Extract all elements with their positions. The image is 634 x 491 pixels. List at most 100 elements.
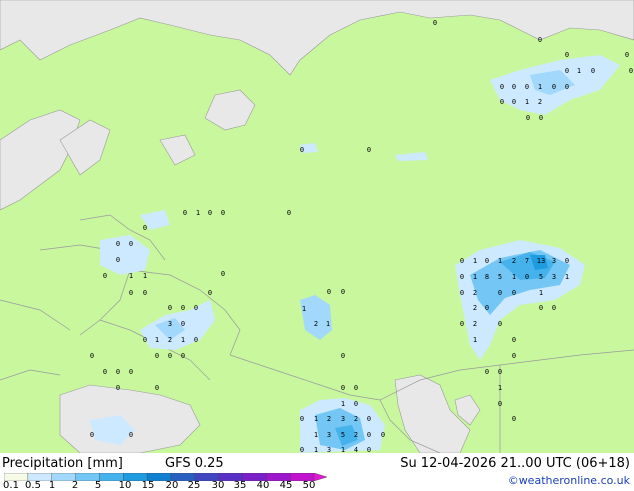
precip-value-label: 1 [473,273,477,281]
precip-value-label: 0 [116,240,120,248]
precip-value-label: 2 [354,415,358,423]
precip-value-label: 3 [327,446,331,453]
precip-value-label: 1 [341,446,345,453]
map-title: Precipitation [mm] [2,456,123,471]
precip-value-label: 0 [168,304,172,312]
precip-value-label: 0 [194,304,198,312]
precipitation-map[interactable]: 000 00 1 0 00 0 0 1 0 00 0 1 20 00 00 1 0 0 000 00 0 1 0 1 2 7 13 3… [0,0,634,453]
precip-value-label: 0 [129,431,133,439]
precip-value-label: 0 [103,272,107,280]
precip-value-label: 0 [90,352,94,360]
precip-value-label: 0 [116,256,120,264]
precip-value-label: 1 [525,98,529,106]
precip-value-label: 0 [155,384,159,392]
precip-value-label: 0 [367,415,371,423]
precip-value-label: 0 [143,224,147,232]
precip-value-label: 1 [143,272,147,280]
precip-value-label: 0 [90,431,94,439]
credit-link[interactable]: ©weatheronline.co.uk [508,474,630,488]
precip-value-label: 2 [354,431,358,439]
precip-value-label: 1 [473,257,477,265]
precip-value-label: 5 [498,273,502,281]
precip-value-label: 0 [143,289,147,297]
precip-value-label: 0 [625,51,629,59]
precip-value-label: 0 [381,431,385,439]
precip-value-label: 2 [327,415,331,423]
precip-value-label: 0 [498,320,502,328]
precip-value-label: 0 [103,368,107,376]
precip-value-label: 0 [341,288,345,296]
precip-value-label: 1 [181,336,185,344]
precip-value-label: 0 [565,257,569,265]
precip-value-label: 0 [629,67,633,75]
precip-value-label: 0 [183,209,187,217]
precip-value-label: 1 [302,305,306,313]
precip-value-label: 0 [552,304,556,312]
precip-value-label: 1 [538,83,542,91]
precip-value-label: 5 [341,431,345,439]
precip-value-label: 0 [512,352,516,360]
precip-value-label: 1 [539,289,543,297]
precip-value-label: 0 [433,19,437,27]
precip-value-label: 3 [341,415,345,423]
precip-value-label: 0 [367,431,371,439]
precip-value-label: 0 [512,415,516,423]
precip-value-label: 0 [354,400,358,408]
precip-value-label: 1 [129,272,133,280]
precip-value-label: 0 [485,304,489,312]
precip-value-label: 3 [552,273,556,281]
precip-value-label: 0 [525,273,529,281]
precip-value-label: 0 [498,368,502,376]
precip-value-label: 1 [314,415,318,423]
precip-value-label: 0 [116,384,120,392]
precip-value-label: 2 [473,304,477,312]
precip-value-label: 0 [181,304,185,312]
precip-value-label: 0 [367,146,371,154]
precip-value-label: 0 [460,320,464,328]
precip-value-label: 0 [460,273,464,281]
valid-time: Su 12-04-2026 21..00 UTC (06+18) [400,456,630,471]
precip-value-label: 1 [498,384,502,392]
precip-value-label: 0 [354,384,358,392]
precip-value-label: 1 [314,446,318,453]
precip-value-label: 0 [552,83,556,91]
precip-value-label: 0 [460,257,464,265]
precip-value-label: 2 [512,257,516,265]
precip-value-label: 0 [498,400,502,408]
precip-value-label: 1 [326,320,330,328]
precip-value-label: 0 [208,209,212,217]
precip-value-label: 0 [181,352,185,360]
precip-value-label: 2 [314,320,318,328]
precip-value-label: 1 [314,431,318,439]
precip-value-label: 0 [512,336,516,344]
precip-value-label: 13 [537,257,545,265]
precip-value-label: 0 [129,368,133,376]
precip-value-label: 3 [552,257,556,265]
precip-value-label: 0 [181,320,185,328]
precip-value-label: 0 [287,209,291,217]
precip-value-label: 5 [539,273,543,281]
precip-value-label: 0 [155,352,159,360]
precip-value-label: 0 [565,51,569,59]
precip-value-label: 3 [168,320,172,328]
precip-value-label: 0 [221,270,225,278]
precip-value-label: 0 [512,83,516,91]
precip-value-label: 2 [168,336,172,344]
precip-value-label: 8 [485,273,489,281]
precip-value-label: 0 [485,257,489,265]
precip-value-label: 2 [473,289,477,297]
precip-value-label: 0 [500,98,504,106]
precip-value-label: 7 [525,257,529,265]
precip-value-label: 0 [485,368,489,376]
precip-value-label: 1 [155,336,159,344]
precip-value-label: 0 [565,67,569,75]
precip-value-label: 0 [500,83,504,91]
model-name: GFS 0.25 [165,456,224,471]
precip-value-label: 0 [194,336,198,344]
precip-value-label: 0 [460,289,464,297]
precip-value-label: 0 [143,336,147,344]
precip-value-label: 4 [354,446,358,453]
precip-value-label: 1 [498,257,502,265]
precip-value-label: 0 [208,289,212,297]
precip-value-label: 0 [565,83,569,91]
